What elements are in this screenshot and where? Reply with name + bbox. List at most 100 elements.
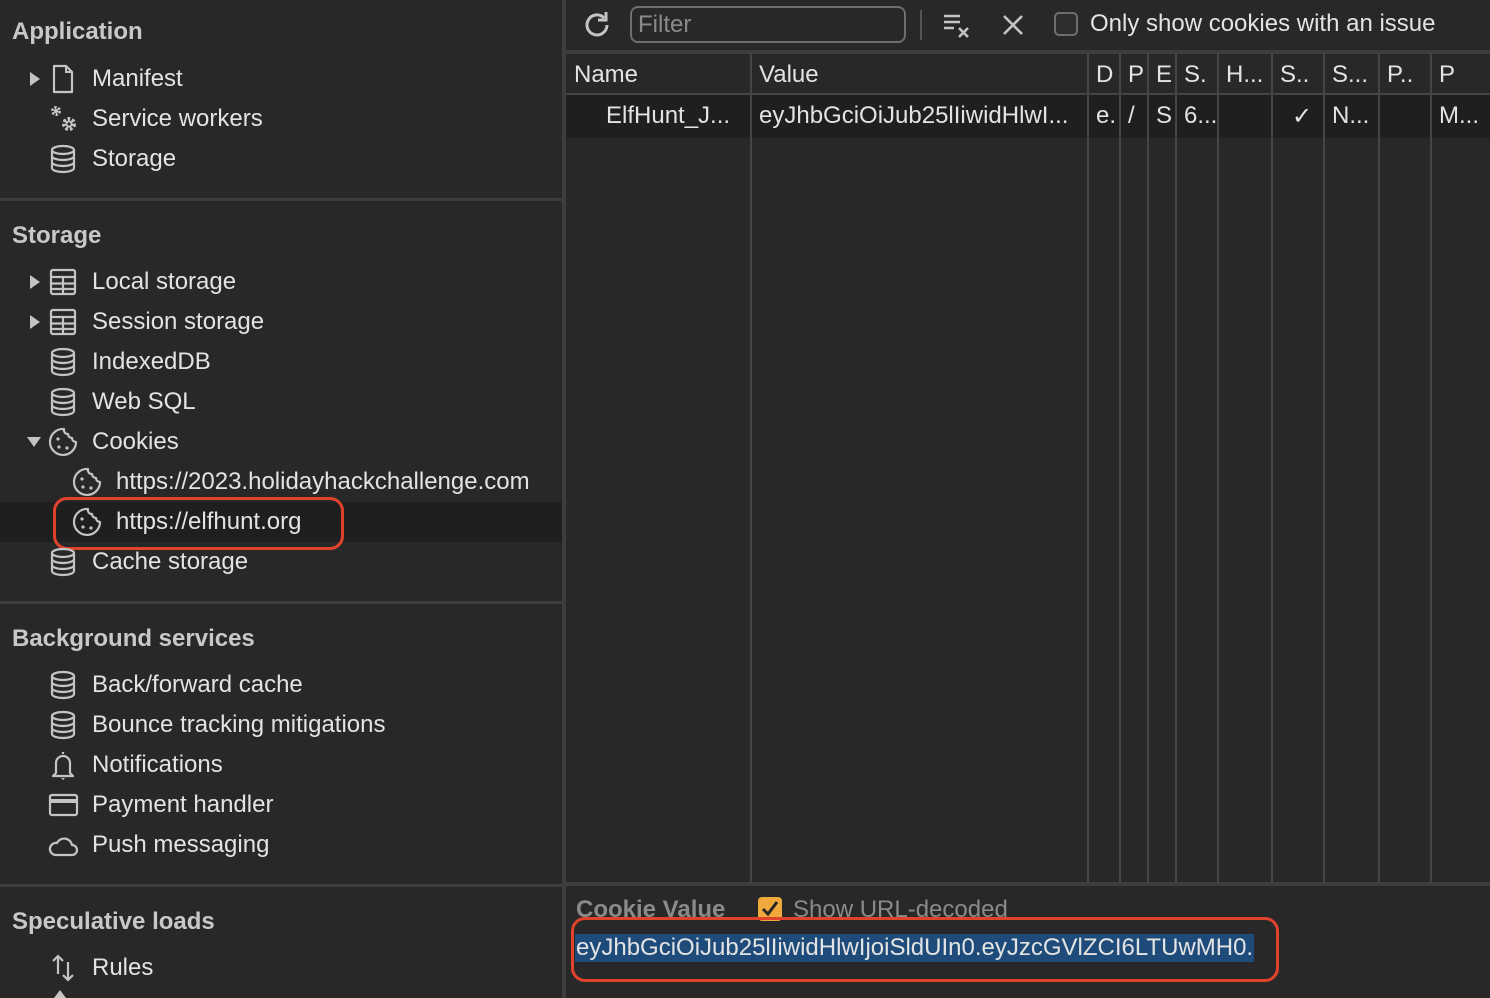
column-resizer[interactable] [1430, 54, 1432, 882]
column-resizer[interactable] [1323, 54, 1325, 882]
table-cell-partition-key[interactable] [1387, 95, 1429, 138]
column-header-domain[interactable]: D [1096, 54, 1118, 93]
annotation-highlight-ring [571, 917, 1279, 982]
sidebar-item-label: Cache storage [92, 548, 249, 575]
only-issues-label[interactable]: Only show cookies with an issue [1090, 10, 1436, 38]
table-cell-secure[interactable]: ✓ [1292, 95, 1322, 138]
table-cell-path[interactable]: / [1128, 95, 1146, 138]
bell-icon [51, 752, 75, 780]
table-cell-name[interactable]: ElfHunt_J... [606, 95, 749, 138]
column-header-path[interactable]: P [1128, 54, 1146, 93]
table-cell-samesite[interactable]: N... [1332, 95, 1377, 138]
sidebar-item-service-workers[interactable]: Service workers [0, 99, 562, 139]
sidebar-item-label: Session storage [92, 308, 265, 335]
column-header-samesite[interactable]: S... [1332, 54, 1377, 93]
database-icon [50, 670, 76, 700]
close-icon[interactable] [998, 10, 1028, 40]
cookie-icon [48, 427, 78, 457]
table-cell-value[interactable]: eyJhbGciOiJub25lIiwidHlwI... [759, 95, 1086, 138]
cookie-icon [72, 467, 102, 497]
sidebar-item-label: Payment handler [92, 791, 274, 818]
toolbar-separator [920, 10, 922, 40]
sidebar-item-cookies[interactable]: Cookies [0, 422, 562, 462]
sidebar-item-label: Notifications [92, 751, 223, 778]
table-icon [49, 268, 77, 296]
column-header-name[interactable]: Name [574, 54, 749, 93]
refresh-icon[interactable] [580, 8, 614, 42]
table-cell-expires[interactable]: S [1156, 95, 1174, 138]
sidebar-item-label: Local storage [92, 268, 237, 295]
credit-card-icon [48, 793, 79, 817]
section-title-background-services: Background services [12, 625, 255, 652]
table-icon [49, 308, 77, 336]
table-header: Name Value D P E S. H... S.. S... P.. P [566, 54, 1490, 95]
sidebar-item-storage[interactable]: Storage [0, 139, 562, 179]
column-resizer[interactable] [1217, 54, 1219, 882]
cookies-table: Name Value D P E S. H... S.. S... P.. P ElfHunt_J.… [566, 54, 1490, 882]
column-header-expires[interactable]: E [1156, 54, 1174, 93]
column-resizer[interactable] [1147, 54, 1149, 882]
column-resizer[interactable] [750, 54, 752, 882]
table-cell-domain[interactable]: e. [1096, 95, 1118, 138]
sidebar-item-label: Bounce tracking mitigations [92, 711, 386, 738]
sidebar-item-local-storage[interactable]: Local storage [0, 262, 562, 302]
sidebar-item-label: https://2023.holidayhackchallenge.com [116, 468, 530, 495]
column-header-partition-key[interactable]: P.. [1387, 54, 1429, 93]
collapse-arrow-icon[interactable] [27, 437, 41, 447]
table-cell-priority[interactable]: M... [1439, 95, 1488, 138]
table-cell-httponly[interactable] [1226, 95, 1270, 138]
column-header-value[interactable]: Value [759, 54, 1086, 93]
gears-icon [51, 106, 76, 131]
only-issues-checkbox[interactable] [1054, 12, 1078, 36]
application-sidebar: Application Manifest Service workers Sto… [0, 0, 562, 998]
cloud-icon [48, 837, 79, 857]
document-icon [52, 64, 74, 94]
column-resizer[interactable] [1119, 54, 1121, 882]
sidebar-item-label: Push messaging [92, 831, 270, 858]
expand-arrow-icon[interactable] [30, 275, 40, 289]
clear-filtered-cookies-icon[interactable] [940, 8, 976, 42]
section-title-speculative-loads: Speculative loads [12, 908, 215, 935]
sidebar-item-session-storage[interactable]: Session storage [0, 302, 562, 342]
column-header-secure[interactable]: S.. [1280, 54, 1322, 93]
sidebar-item-label: Rules [92, 954, 154, 981]
database-icon [50, 710, 76, 740]
sidebar-item-manifest[interactable]: Manifest [0, 59, 562, 99]
column-header-size[interactable]: S. [1184, 54, 1216, 93]
table-row[interactable]: ElfHunt_J... eyJhbGciOiJub25lIiwidHlwI...… [566, 95, 1490, 138]
database-icon [50, 547, 76, 577]
sidebar-item-bounce-tracking[interactable]: Bounce tracking mitigations [0, 705, 562, 745]
column-resizer[interactable] [1175, 54, 1177, 882]
sidebar-item-indexeddb[interactable]: IndexedDB [0, 342, 562, 382]
section-divider [0, 601, 562, 604]
section-title-application: Application [12, 18, 143, 45]
expand-arrow-icon[interactable] [30, 315, 40, 329]
sidebar-item-notifications[interactable]: Notifications [0, 745, 562, 785]
sidebar-item-label: Cookies [92, 428, 179, 455]
database-icon [50, 347, 76, 377]
database-icon [50, 144, 76, 174]
sidebar-item-payment-handler[interactable]: Payment handler [0, 785, 562, 825]
column-resizer[interactable] [1271, 54, 1273, 882]
sidebar-item-back-forward-cache[interactable]: Back/forward cache [0, 665, 562, 705]
filter-input[interactable] [630, 6, 906, 43]
column-resizer[interactable] [1087, 54, 1089, 882]
section-divider [0, 198, 562, 201]
sidebar-item-label: Manifest [92, 65, 183, 92]
sidebar-item-cache-storage[interactable]: Cache storage [0, 542, 562, 582]
sidebar-item-push-messaging[interactable]: Push messaging [0, 825, 562, 865]
column-header-priority[interactable]: P [1439, 54, 1488, 93]
partial-next-item-icon [54, 990, 66, 998]
table-cell-size[interactable]: 6... [1184, 95, 1216, 138]
sidebar-item-cookie-origin[interactable]: https://2023.holidayhackchallenge.com [0, 462, 562, 502]
sidebar-item-web-sql[interactable]: Web SQL [0, 382, 562, 422]
up-down-arrows-icon [52, 954, 74, 982]
section-title-storage: Storage [12, 222, 102, 249]
sidebar-item-rules[interactable]: Rules [0, 948, 562, 988]
cookie-value-pane: Cookie Value Show URL-decoded eyJhbGciOi… [566, 886, 1490, 998]
sidebar-item-label: Back/forward cache [92, 671, 303, 698]
expand-arrow-icon[interactable] [30, 72, 40, 86]
sidebar-item-label: Storage [92, 145, 177, 172]
column-resizer[interactable] [1378, 54, 1380, 882]
column-header-httponly[interactable]: H... [1226, 54, 1270, 93]
